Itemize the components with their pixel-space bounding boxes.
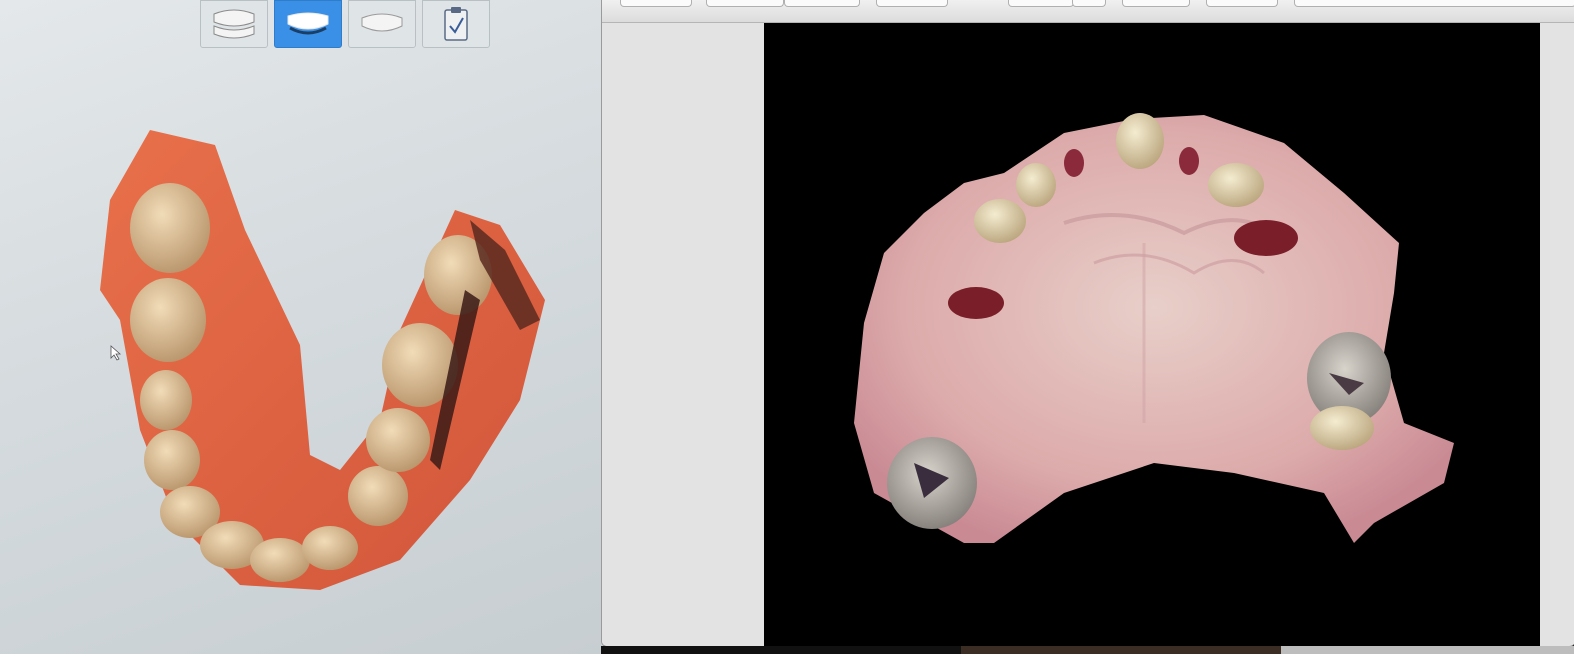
toolbar-button-7[interactable] bbox=[1122, 0, 1190, 7]
preview-window bbox=[601, 0, 1574, 647]
document-area bbox=[602, 23, 1574, 646]
toolbar-button-5[interactable] bbox=[1008, 0, 1074, 7]
toolbar-button-2[interactable] bbox=[706, 0, 784, 7]
lower-arch-scan-view[interactable] bbox=[0, 0, 604, 654]
mouse-cursor-icon bbox=[110, 345, 122, 361]
toolbar-button-3[interactable] bbox=[784, 0, 860, 7]
toolbar-button-8[interactable] bbox=[1206, 0, 1278, 7]
toolbar-button-1[interactable] bbox=[620, 0, 692, 7]
toolbar-button-4[interactable] bbox=[876, 0, 948, 7]
toolbar-button-6[interactable] bbox=[1072, 0, 1106, 7]
scanner-screen bbox=[0, 0, 604, 654]
palate-scan-graphic bbox=[854, 113, 1454, 543]
upper-arch-scan-image bbox=[764, 23, 1540, 646]
window-toolbar bbox=[602, 0, 1574, 23]
background-strip bbox=[601, 646, 1574, 654]
search-field[interactable] bbox=[1294, 0, 1574, 7]
